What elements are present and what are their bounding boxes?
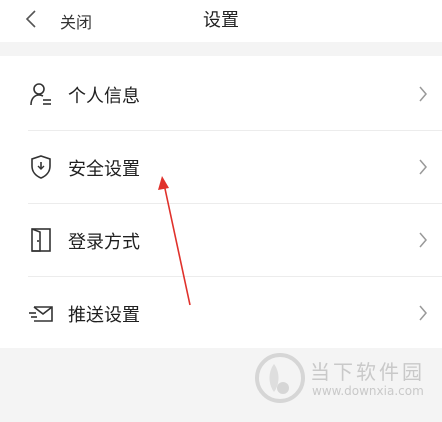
watermark-url: www.downxia.com [312,384,424,398]
menu-item-push-settings[interactable]: 推送设置 [0,277,442,350]
chevron-right-icon [419,232,427,248]
header-bar: 关闭 设置 [0,0,442,42]
watermark-logo-icon [255,353,305,403]
menu-item-personal-info[interactable]: 个人信息 [0,58,442,131]
watermark-title: 当下软件园 [310,360,425,384]
page-title: 设置 [203,10,239,31]
chevron-right-icon [419,86,427,102]
chevron-right-icon [419,305,427,321]
menu-item-login-method[interactable]: 登录方式 [0,204,442,277]
door-icon [31,228,51,252]
menu-item-label: 安全设置 [68,159,140,180]
person-icon [30,83,51,106]
envelope-icon [29,306,53,322]
shield-icon [31,155,51,179]
settings-list: 个人信息 安全设置 登录方式 推送设置 [0,56,442,348]
menu-item-security-settings[interactable]: 安全设置 [0,131,442,204]
watermark: 当下软件园 www.downxia.com [254,352,434,407]
menu-item-label: 登录方式 [68,232,140,253]
menu-item-label: 推送设置 [68,305,140,326]
menu-item-label: 个人信息 [68,86,140,107]
chevron-right-icon [419,159,427,175]
